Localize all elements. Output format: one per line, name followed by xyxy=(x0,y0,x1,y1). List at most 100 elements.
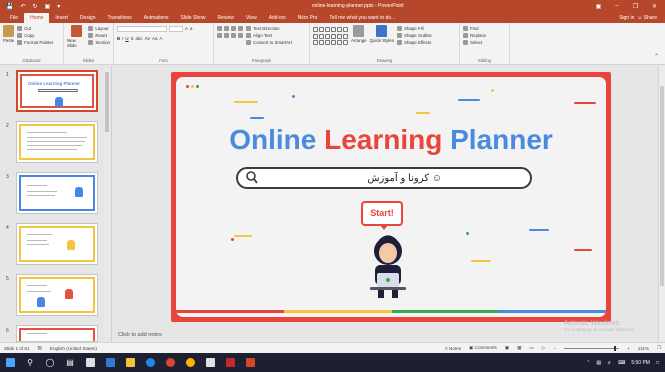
store-icon[interactable] xyxy=(83,356,97,370)
language-icon[interactable]: ⌨ xyxy=(618,360,625,366)
font-color-icon[interactable]: A xyxy=(160,36,163,41)
tab-home[interactable]: Home xyxy=(24,13,50,23)
notes-button[interactable]: ≡ Notes xyxy=(445,346,461,351)
slide-title[interactable]: Online Learning Planner xyxy=(176,124,606,156)
slide-thumbnail-4[interactable] xyxy=(16,223,98,265)
find-button[interactable]: Find xyxy=(463,25,506,32)
language-indicator[interactable]: English (United States) xyxy=(50,346,97,351)
app-icon[interactable] xyxy=(203,356,217,370)
normal-view-icon[interactable]: ▣ xyxy=(505,345,509,351)
tab-transitions[interactable]: Transitions xyxy=(102,13,138,23)
undo-icon[interactable]: ↶ xyxy=(20,3,25,10)
font-size-select[interactable] xyxy=(169,25,183,32)
start-bubble[interactable]: Start! xyxy=(361,201,403,230)
notifications-icon[interactable]: □ xyxy=(656,360,659,366)
line-spacing-icon[interactable] xyxy=(238,26,243,31)
slide-sorter-icon[interactable]: ▦ xyxy=(517,345,521,351)
tab-review[interactable]: Review xyxy=(212,13,240,23)
select-button[interactable]: Select xyxy=(463,39,506,46)
shadow-icon[interactable]: S xyxy=(131,36,134,41)
chrome-icon[interactable] xyxy=(163,356,177,370)
shape-effects-button[interactable]: Shape Effects xyxy=(397,39,432,46)
slide-search-bar[interactable]: کرونا و آموزش ☺ xyxy=(236,167,532,189)
share-button[interactable]: Share xyxy=(644,15,657,21)
comments-button[interactable]: ▣ Comments xyxy=(469,345,497,351)
text-direction-button[interactable]: Text Direction xyxy=(246,25,292,32)
convert-smartart-button[interactable]: Convert to SmartArt xyxy=(246,39,292,46)
zoom-in-icon[interactable]: + xyxy=(627,346,630,351)
fit-to-window-icon[interactable]: ❒ xyxy=(657,345,661,351)
save-icon[interactable]: 💾 xyxy=(6,3,13,10)
slide-thumbnail-6[interactable] xyxy=(16,325,98,342)
italic-icon[interactable]: I xyxy=(122,36,123,41)
change-case-icon[interactable]: Aa xyxy=(152,36,157,41)
quick-styles-button[interactable]: Quick Styles xyxy=(370,25,394,46)
layout-button[interactable]: Layout xyxy=(88,25,110,32)
align-left-icon[interactable] xyxy=(217,33,222,38)
slide-thumbnail-3[interactable] xyxy=(16,172,98,214)
paste-button[interactable]: Paste xyxy=(3,25,14,46)
ribbon-display-options-icon[interactable]: ▣ xyxy=(596,3,602,10)
shape-fill-button[interactable]: Shape Fill xyxy=(397,25,432,32)
replace-button[interactable]: Replace xyxy=(463,32,506,39)
zoom-out-icon[interactable]: − xyxy=(553,346,556,351)
slide-thumbnail-5[interactable] xyxy=(16,274,98,316)
char-spacing-icon[interactable]: AV xyxy=(145,36,151,41)
shape-outline-button[interactable]: Shape Outline xyxy=(397,32,432,39)
numbering-icon[interactable] xyxy=(224,26,229,31)
tab-nitro-pro[interactable]: Nitro Pro xyxy=(292,13,324,23)
copy-button[interactable]: Copy xyxy=(17,32,53,39)
underline-icon[interactable]: U xyxy=(125,36,128,41)
redo-icon[interactable]: ↻ xyxy=(33,3,38,10)
align-text-button[interactable]: Align Text xyxy=(246,32,292,39)
decrease-font-icon[interactable]: a xyxy=(190,26,192,31)
tell-me-search[interactable]: Tell me what you want to do... xyxy=(323,13,401,23)
network-icon[interactable]: ▤ xyxy=(596,360,601,366)
cortana-icon[interactable]: ◯ xyxy=(43,356,57,370)
section-button[interactable]: Section xyxy=(88,39,110,46)
bold-icon[interactable]: B xyxy=(117,36,120,41)
format-painter-button[interactable]: Format Painter xyxy=(17,39,53,46)
arrange-button[interactable]: Arrange xyxy=(351,25,367,46)
cut-button[interactable]: Cut xyxy=(17,25,53,32)
minimize-icon[interactable]: – xyxy=(615,3,618,10)
align-center-icon[interactable] xyxy=(224,33,229,38)
align-right-icon[interactable] xyxy=(231,33,236,38)
close-icon[interactable]: ✕ xyxy=(652,3,657,10)
slide-thumbnail-1[interactable]: Online Learning Planner xyxy=(16,70,98,112)
search-icon[interactable]: ⚲ xyxy=(23,356,37,370)
tab-add-ins[interactable]: Add-ins xyxy=(263,13,292,23)
bullets-icon[interactable] xyxy=(217,26,222,31)
task-view-icon[interactable]: ▤ xyxy=(63,356,77,370)
clock[interactable]: 5:50 PM xyxy=(631,360,650,366)
tab-animations[interactable]: Animations xyxy=(138,13,175,23)
acrobat-icon[interactable] xyxy=(223,356,237,370)
new-slide-button[interactable]: New Slide xyxy=(67,25,86,48)
edge-icon[interactable] xyxy=(143,356,157,370)
shapes-gallery[interactable] xyxy=(313,25,348,46)
tab-slide-show[interactable]: Slide Show xyxy=(175,13,212,23)
mail-icon[interactable] xyxy=(103,356,117,370)
reset-button[interactable]: Reset xyxy=(88,32,110,39)
customize-qat-icon[interactable]: ▾ xyxy=(57,3,60,10)
sign-in-link[interactable]: Sign in ☺ Share xyxy=(619,13,665,23)
slide-thumbnail-2[interactable] xyxy=(16,121,98,163)
thumbnails-scrollbar[interactable] xyxy=(104,66,110,342)
app-icon[interactable] xyxy=(183,356,197,370)
zoom-slider[interactable] xyxy=(564,345,620,351)
slide-1[interactable]: Online Learning Planner کرونا و آموزش ☺ … xyxy=(171,72,611,322)
collapse-ribbon-icon[interactable]: ⌃ xyxy=(654,23,665,64)
maximize-icon[interactable]: ❐ xyxy=(633,3,638,10)
strikethrough-icon[interactable]: abc xyxy=(136,36,143,41)
reading-view-icon[interactable]: ▭ xyxy=(530,345,534,351)
start-from-beginning-icon[interactable]: ▣ xyxy=(45,3,51,10)
indent-icon[interactable] xyxy=(231,26,236,31)
font-name-select[interactable] xyxy=(117,25,167,32)
file-explorer-icon[interactable] xyxy=(123,356,137,370)
powerpoint-icon[interactable] xyxy=(243,356,257,370)
increase-font-icon[interactable]: A xyxy=(185,26,188,31)
volume-icon[interactable]: ♬ xyxy=(607,360,612,366)
windows-start-icon[interactable] xyxy=(3,356,17,370)
slide-vertical-scrollbar[interactable] xyxy=(658,66,665,341)
tab-design[interactable]: Design xyxy=(74,13,102,23)
